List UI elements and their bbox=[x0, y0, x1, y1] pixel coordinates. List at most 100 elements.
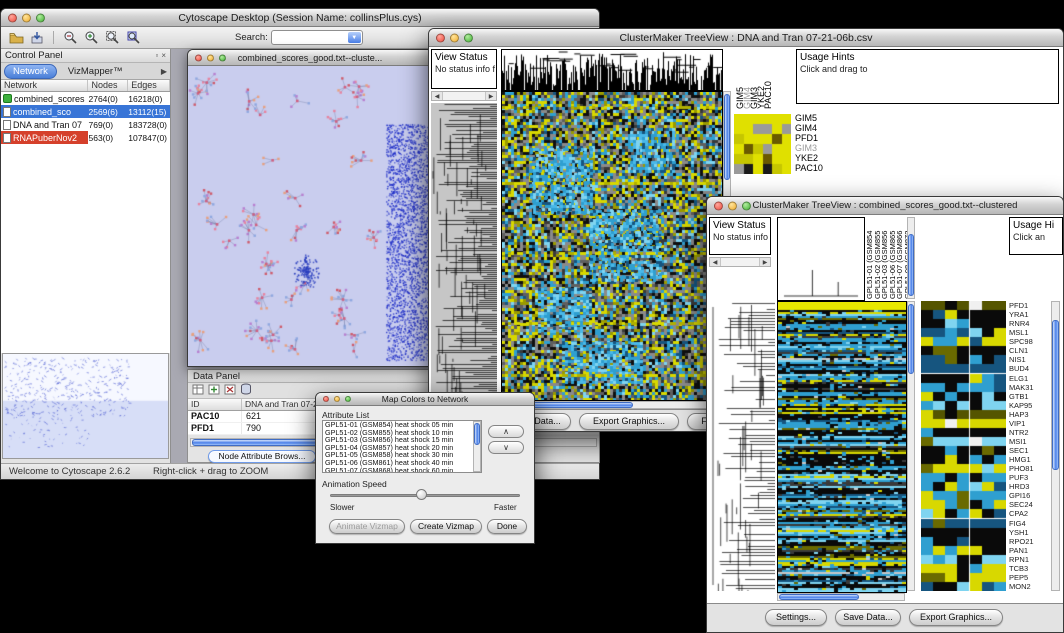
treeview-combined-title-bar[interactable]: ClusterMaker TreeView : combined_scores_… bbox=[707, 197, 1063, 215]
labels-vscrollbar[interactable] bbox=[907, 217, 915, 299]
zoom-in-icon[interactable] bbox=[82, 29, 100, 47]
network-list-row[interactable]: RNAPuberNov2563(0)107847(0) bbox=[1, 131, 170, 144]
close-panel-icon[interactable]: × bbox=[161, 51, 166, 60]
column-header-network[interactable]: Network bbox=[1, 80, 88, 91]
search-dropdown-icon[interactable]: ▼ bbox=[348, 32, 361, 43]
slider-thumb[interactable] bbox=[416, 489, 427, 500]
scroll-left-icon[interactable]: ◀ bbox=[710, 259, 720, 266]
gene-label[interactable]: SEC1 bbox=[1009, 446, 1051, 455]
zoom-window-icon[interactable] bbox=[219, 54, 226, 61]
attribute-list[interactable]: GPL51-01 (GSM854) heat shock 05 minGPL51… bbox=[322, 420, 482, 473]
column-header-edges[interactable]: Edges bbox=[128, 80, 170, 91]
zoom-heatmap-canvas[interactable] bbox=[734, 114, 791, 174]
done-button[interactable]: Done bbox=[487, 519, 527, 534]
network-list-row[interactable]: combined_scores2764(0)16218(0) bbox=[1, 92, 170, 105]
scroll-thumb[interactable] bbox=[724, 94, 730, 180]
gene-label[interactable]: MSI1 bbox=[1009, 437, 1051, 446]
attribute-list-vscrollbar[interactable] bbox=[473, 421, 481, 472]
treeview-dna-title-bar[interactable]: ClusterMaker TreeView : DNA and Tran 07-… bbox=[429, 29, 1063, 47]
gene-label[interactable]: PUF3 bbox=[1009, 473, 1051, 482]
scroll-track[interactable] bbox=[442, 92, 486, 100]
gene-label[interactable]: HAP3 bbox=[1009, 410, 1051, 419]
zoom-window-icon[interactable] bbox=[742, 201, 751, 210]
gene-label[interactable]: MON2 bbox=[1009, 582, 1051, 591]
tab-vizmapper[interactable]: VizMapper™ bbox=[60, 65, 131, 78]
open-file-icon[interactable] bbox=[7, 29, 25, 47]
gene-label[interactable]: PAN1 bbox=[1009, 546, 1051, 555]
dialog-title-bar[interactable]: Map Colors to Network bbox=[316, 393, 534, 406]
minimize-window-icon[interactable] bbox=[207, 54, 214, 61]
gene-label[interactable]: PAC10 bbox=[795, 163, 845, 173]
move-down-button[interactable]: ∨ bbox=[488, 441, 524, 454]
network-view-title-bar[interactable]: combined_scores_good.txt--cluste... bbox=[188, 50, 432, 66]
zoom-window-icon[interactable] bbox=[464, 33, 473, 42]
attribute-select-icon[interactable] bbox=[192, 382, 204, 400]
birdseye-view-canvas[interactable] bbox=[2, 353, 169, 459]
attribute-list-item[interactable]: GPL51-07 (GSM868) heat shock 60 min bbox=[323, 467, 481, 473]
gene-label[interactable]: GPI16 bbox=[1009, 491, 1051, 500]
gene-label[interactable]: YKE2 bbox=[795, 153, 845, 163]
gene-label[interactable]: SEC24 bbox=[1009, 500, 1051, 509]
gene-label[interactable]: GTB1 bbox=[1009, 392, 1051, 401]
network-list-row[interactable]: DNA and Tran 07769(0)183728(0) bbox=[1, 118, 170, 131]
minimize-window-icon[interactable] bbox=[728, 201, 737, 210]
gene-label[interactable]: BUD4 bbox=[1009, 364, 1051, 373]
gene-dendrogram-canvas[interactable] bbox=[431, 103, 497, 399]
scroll-thumb[interactable] bbox=[474, 423, 480, 445]
zoom-heatmap-canvas[interactable] bbox=[921, 301, 1006, 591]
dendro-hscrollbar[interactable]: ◀ ▶ bbox=[431, 91, 497, 101]
minimize-window-icon[interactable] bbox=[450, 33, 459, 42]
scroll-track[interactable] bbox=[720, 258, 760, 266]
scroll-thumb[interactable] bbox=[908, 304, 914, 374]
gene-label[interactable]: MAK31 bbox=[1009, 383, 1051, 392]
main-title-bar[interactable]: Cytoscape Desktop (Session Name: collins… bbox=[1, 9, 599, 27]
gene-label[interactable]: RNR4 bbox=[1009, 319, 1051, 328]
gene-label[interactable]: NIS1 bbox=[1009, 355, 1051, 364]
gene-label[interactable]: TCB3 bbox=[1009, 564, 1051, 573]
gene-label[interactable]: RPO21 bbox=[1009, 537, 1051, 546]
gene-label[interactable]: ELG1 bbox=[1009, 374, 1051, 383]
gene-label[interactable]: SPC98 bbox=[1009, 337, 1051, 346]
close-window-icon[interactable] bbox=[323, 396, 329, 402]
gene-label[interactable]: YSH1 bbox=[1009, 528, 1051, 537]
gene-label[interactable]: FIG4 bbox=[1009, 519, 1051, 528]
gene-label[interactable]: HMG1 bbox=[1009, 455, 1051, 464]
gene-label[interactable]: CLN1 bbox=[1009, 346, 1051, 355]
gene-label[interactable]: PFD1 bbox=[795, 133, 845, 143]
network-canvas[interactable] bbox=[188, 66, 432, 366]
export-graphics-button[interactable]: Export Graphics... bbox=[909, 609, 1003, 626]
gene-label[interactable]: VIP1 bbox=[1009, 419, 1051, 428]
column-header-id[interactable]: ID bbox=[188, 399, 242, 410]
node-attribute-browser-button[interactable]: Node Attribute Brows... bbox=[208, 450, 316, 463]
scroll-thumb[interactable] bbox=[908, 234, 914, 296]
zoom-window-icon[interactable] bbox=[36, 13, 45, 22]
scroll-left-icon[interactable]: ◀ bbox=[432, 93, 442, 100]
gene-label[interactable]: RPN1 bbox=[1009, 555, 1051, 564]
map-colors-dialog[interactable]: Map Colors to Network Attribute List GPL… bbox=[315, 392, 535, 544]
close-window-icon[interactable] bbox=[436, 33, 445, 42]
gene-label[interactable]: KAP95 bbox=[1009, 401, 1051, 410]
scroll-right-icon[interactable]: ▶ bbox=[760, 259, 770, 266]
gene-label[interactable]: PEP5 bbox=[1009, 573, 1051, 582]
gene-label[interactable]: YRA1 bbox=[1009, 310, 1051, 319]
heatmap-vscrollbar[interactable] bbox=[907, 301, 915, 591]
zoom-fit-icon[interactable] bbox=[103, 29, 121, 47]
gene-label[interactable]: GIM5 bbox=[795, 113, 845, 123]
minimize-window-icon[interactable] bbox=[334, 396, 340, 402]
float-panel-icon[interactable]: ▫ bbox=[155, 51, 158, 60]
array-dendrogram-canvas[interactable] bbox=[777, 217, 865, 301]
zoom-selected-icon[interactable] bbox=[124, 29, 142, 47]
zoom-vscrollbar[interactable] bbox=[1051, 301, 1060, 591]
settings-button[interactable]: Settings... bbox=[765, 609, 827, 626]
search-input[interactable]: ▼ bbox=[271, 30, 363, 45]
zoom-window-icon[interactable] bbox=[345, 396, 351, 402]
network-list-row[interactable]: combined_sco2569(6)13112(15) bbox=[1, 105, 170, 118]
dendro-hscrollbar[interactable]: ◀ ▶ bbox=[709, 257, 771, 267]
heatmap-hscrollbar[interactable] bbox=[777, 593, 905, 601]
import-icon[interactable] bbox=[28, 29, 46, 47]
attribute-delete-icon[interactable] bbox=[224, 382, 236, 400]
column-header-nodes[interactable]: Nodes bbox=[88, 80, 128, 91]
close-window-icon[interactable] bbox=[714, 201, 723, 210]
move-up-button[interactable]: ∧ bbox=[488, 425, 524, 438]
network-view-window[interactable]: combined_scores_good.txt--cluste... bbox=[187, 49, 433, 367]
